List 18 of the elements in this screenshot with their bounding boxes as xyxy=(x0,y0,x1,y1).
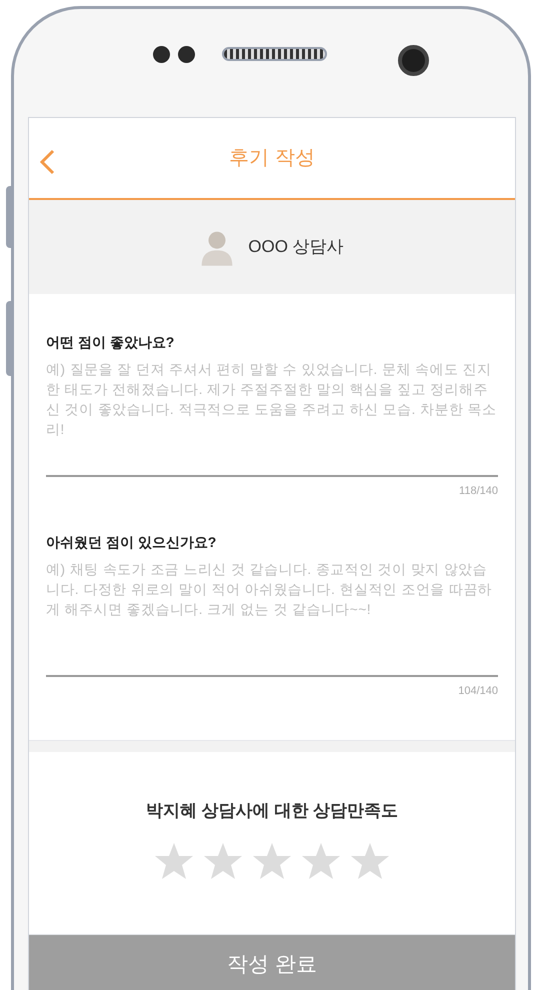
screen-title: 후기 작성 xyxy=(229,146,315,171)
character-counter: 104/140 xyxy=(458,684,498,698)
star-icon[interactable] xyxy=(301,842,341,880)
star-icon[interactable] xyxy=(203,842,243,880)
review-textarea[interactable]: 예) 채팅 속도가 조금 느리신 것 같습니다. 종교적인 것이 맞지 않았습니다. 다정한 위로의 말이 적어 아쉬웠습니다. 현실적인 조언을 따끔하게 해주시면 좋겠습니다. 크게 없는 것 같습니다~~! xyxy=(46,558,498,676)
submit-button[interactable]: 작성 완료 xyxy=(29,935,515,990)
counselor-name: OOO 상담사 xyxy=(248,236,344,258)
camera-lens xyxy=(398,45,429,76)
character-counter: 118/140 xyxy=(459,484,498,499)
star-icon[interactable] xyxy=(154,842,194,880)
rating-title: 박지혜 상담사에 대한 상담만족도 xyxy=(146,800,398,822)
question-title: 아쉬웠던 점이 있으신가요? xyxy=(46,532,218,552)
star-icon[interactable] xyxy=(252,842,292,880)
back-icon[interactable] xyxy=(37,149,57,175)
review-textarea[interactable]: 예) 질문을 잘 던져 주셔서 편히 말할 수 있었습니다. 문체 속에도 진지한 태도가 전해졌습니다. 제가 주절주절한 말의 핵심을 짚고 정리해주신 것이 좋았습니다. 적극적으로 도움을 주려고 하신 모습. 차분한 목소리! xyxy=(46,359,498,477)
question-title: 어떤 점이 좋았나요? xyxy=(46,333,176,352)
star-icon[interactable] xyxy=(350,842,390,880)
star-rating[interactable] xyxy=(154,842,390,880)
